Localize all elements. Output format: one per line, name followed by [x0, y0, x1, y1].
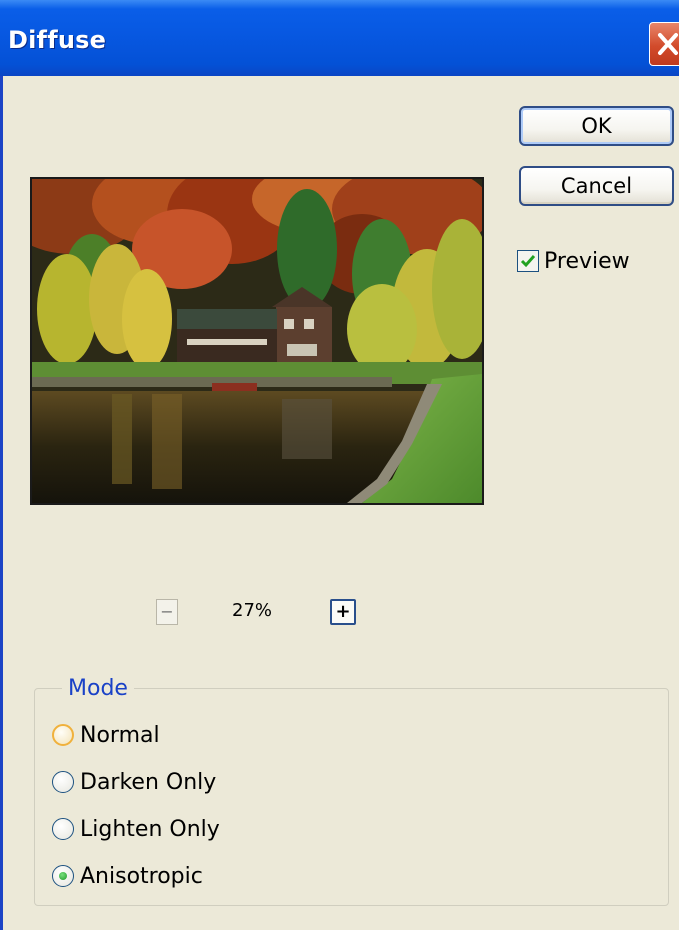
- preview-image[interactable]: [30, 177, 484, 505]
- preview-toggle[interactable]: Preview: [517, 246, 630, 276]
- mode-option-normal[interactable]: Normal: [52, 720, 160, 750]
- zoom-in-icon: +: [335, 601, 351, 622]
- radio-label-anisotropic: Anisotropic: [80, 863, 203, 889]
- checkmark-icon: [520, 255, 536, 268]
- radio-label-lighten-only: Lighten Only: [80, 816, 220, 842]
- radio-darken-only[interactable]: [52, 771, 74, 793]
- close-button[interactable]: [649, 22, 679, 66]
- mode-option-lighten-only[interactable]: Lighten Only: [52, 814, 220, 844]
- zoom-level: 27%: [232, 600, 273, 621]
- mode-option-anisotropic[interactable]: Anisotropic: [52, 861, 203, 891]
- cancel-button[interactable]: Cancel: [519, 166, 674, 206]
- radio-label-normal: Normal: [80, 722, 160, 748]
- close-icon: [658, 33, 678, 55]
- radio-anisotropic[interactable]: [52, 865, 74, 887]
- ok-button[interactable]: OK: [519, 106, 674, 146]
- zoom-out-icon: −: [160, 602, 174, 621]
- window-border: [0, 76, 3, 930]
- radio-selected-dot: [59, 872, 67, 880]
- preview-label: Preview: [544, 248, 630, 274]
- preview-checkbox[interactable]: [517, 250, 539, 272]
- zoom-out-button[interactable]: −: [156, 599, 178, 625]
- radio-lighten-only[interactable]: [52, 818, 74, 840]
- mode-legend: Mode: [62, 676, 134, 701]
- mode-option-darken-only[interactable]: Darken Only: [52, 767, 216, 797]
- diffuse-dialog: Diffuse OK Cancel Preview − 27% + Mode N…: [0, 0, 679, 930]
- title-bar[interactable]: Diffuse: [0, 0, 679, 76]
- radio-normal[interactable]: [52, 724, 74, 746]
- radio-label-darken-only: Darken Only: [80, 769, 217, 795]
- zoom-in-button[interactable]: +: [330, 599, 356, 625]
- dialog-title: Diffuse: [8, 26, 107, 54]
